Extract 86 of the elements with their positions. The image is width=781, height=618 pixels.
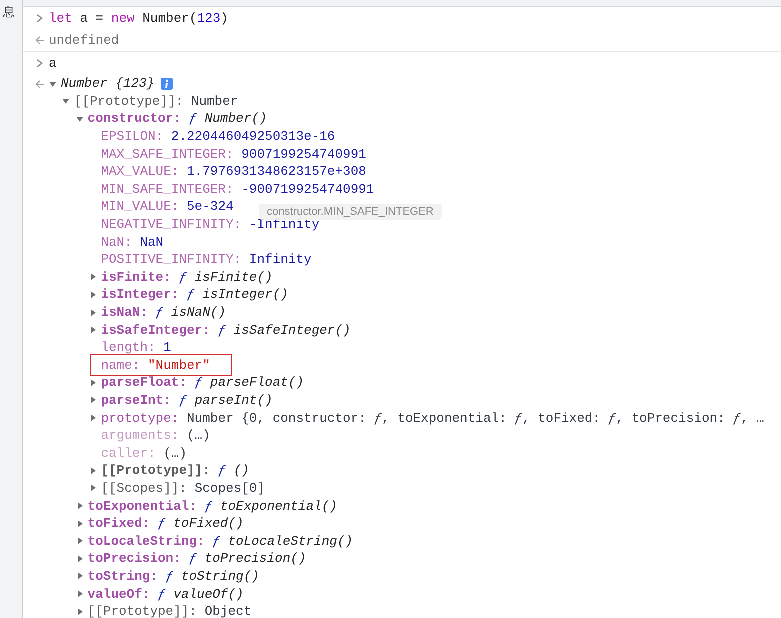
property-key: toExponential: — [88, 498, 198, 514]
disclosure-triangle-icon[interactable] — [89, 484, 98, 492]
property-key: prototype: — [101, 410, 180, 426]
property-key: [[Prototype]]: — [101, 463, 210, 478]
property-value: 9007199254740991 — [242, 146, 366, 162]
property-value: Number {0, constructor: ƒ, toExponential: ƒ, toFixed: ƒ, toPrecision: ƒ, … — [187, 410, 764, 426]
disclosure-triangle-icon[interactable] — [89, 326, 98, 334]
disclosure-triangle-icon[interactable] — [49, 80, 57, 88]
property-value: ƒ toString() — [166, 568, 260, 584]
disclosure-triangle-icon[interactable] — [89, 414, 98, 422]
property-key: toLocaleString: — [88, 534, 205, 549]
property-key: caller: — [101, 446, 156, 461]
property-value: ƒ toExponential() — [204, 498, 338, 514]
property-key: toFixed: — [88, 516, 150, 532]
property-key: [[Scopes]]: — [101, 480, 188, 496]
property-key: MAX_VALUE: — [101, 164, 180, 180]
info-icon[interactable] — [160, 78, 173, 90]
property-key: MAX_SAFE_INTEGER: — [101, 146, 234, 162]
disclosure-triangle-icon[interactable] — [76, 590, 84, 598]
disclosure-triangle-icon[interactable] — [76, 537, 84, 546]
disclosure-triangle-icon[interactable] — [76, 554, 84, 563]
property-key: valueOf: — [88, 586, 150, 602]
property-key: isInteger: — [101, 287, 180, 302]
property-value: Infinity — [249, 252, 312, 268]
input-code-text: let a = new Number(123) — [49, 10, 228, 26]
property-key: POSITIVE_INFINITY: — [101, 252, 242, 268]
property-value: (…) — [187, 428, 210, 444]
property-value: 2.220446049250313e-16 — [171, 129, 336, 144]
disclosure-triangle-icon[interactable] — [76, 608, 84, 616]
sidebar-label[interactable]: 息 — [3, 4, 17, 21]
input-code-text: a — [49, 56, 57, 70]
property-key: EPSILON: — [101, 129, 164, 144]
property-value: Number — [191, 94, 238, 109]
property-value: ƒ isInteger() — [187, 287, 288, 302]
property-value: ƒ () — [218, 463, 250, 478]
disclosure-triangle-icon[interactable] — [76, 114, 84, 123]
disclosure-triangle-icon[interactable] — [76, 502, 84, 510]
property-value: (…) — [164, 446, 187, 461]
disclosure-triangle-icon[interactable] — [62, 97, 70, 106]
disclosure-triangle-icon[interactable] — [89, 396, 98, 404]
disclosure-triangle-icon[interactable] — [89, 273, 98, 282]
property-value: Number {123} — [61, 76, 155, 92]
property-value: ƒ toLocaleString() — [212, 534, 354, 549]
property-value: -Infinity — [249, 217, 320, 232]
tooltip: constructor.MIN_SAFE_INTEGER — [259, 204, 442, 220]
property-key: length: — [101, 340, 156, 356]
disclosure-triangle-icon[interactable] — [89, 466, 98, 475]
property-value: ƒ isNaN() — [156, 305, 226, 320]
property-key: isSafeInteger: — [101, 322, 210, 338]
property-value: ƒ toFixed() — [158, 516, 244, 532]
property-value: ƒ parseFloat() — [194, 375, 304, 390]
property-value: 1.7976931348623157e+308 — [187, 164, 366, 180]
property-key: toString: — [88, 568, 158, 584]
property-key: NaN: — [101, 234, 132, 250]
disclosure-triangle-icon[interactable] — [89, 378, 98, 387]
property-value: ƒ isFinite() — [179, 270, 273, 285]
property-key: name: — [101, 358, 140, 373]
property-key: parseFloat: — [101, 375, 188, 390]
property-key: isFinite: — [101, 270, 172, 285]
property-value: ƒ valueOf() — [158, 586, 244, 602]
disclosure-triangle-icon[interactable] — [76, 520, 84, 528]
property-key: isNaN: — [101, 305, 148, 320]
disclosure-triangle-icon[interactable] — [89, 290, 98, 299]
disclosure-triangle-icon[interactable] — [89, 308, 98, 317]
property-value: ƒ toPrecision() — [189, 551, 306, 566]
output-text: undefined — [49, 32, 120, 48]
property-value: "Number" — [148, 358, 210, 373]
property-key: [[Prototype]]: — [88, 604, 198, 618]
property-key: constructor: — [88, 111, 182, 126]
property-value: ƒ isSafeInteger() — [218, 322, 351, 338]
property-key: arguments: — [101, 428, 180, 444]
property-key: NEGATIVE_INFINITY: — [101, 217, 242, 232]
property-key: toPrecision: — [88, 551, 182, 566]
property-key: parseInt: — [101, 392, 172, 408]
disclosure-triangle-icon[interactable] — [76, 572, 84, 580]
property-value: ƒ parseInt() — [179, 392, 273, 408]
property-key: [[Prototype]]: — [74, 94, 184, 109]
property-value: 5e-324 — [187, 199, 234, 214]
property-key: MIN_SAFE_INTEGER: — [101, 182, 234, 197]
property-value: -9007199254740991 — [242, 182, 374, 197]
property-value: ƒ Number() — [189, 111, 268, 126]
property-value: Scopes[0] — [194, 480, 266, 496]
property-value: 1 — [164, 340, 172, 356]
property-key: MIN_VALUE: — [101, 199, 180, 214]
property-value: Object — [204, 604, 252, 618]
property-value: NaN — [140, 234, 164, 250]
